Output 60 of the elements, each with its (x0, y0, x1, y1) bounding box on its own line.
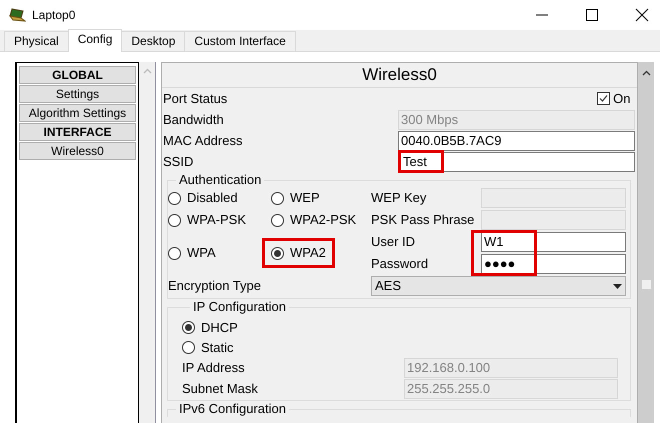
radio-button[interactable] (271, 214, 284, 226)
radio-label: DHCP (201, 318, 238, 336)
field-label: Encryption Type (168, 277, 262, 296)
radio-label: WEP (290, 189, 320, 208)
radio-label: WPA (187, 244, 216, 262)
section-header: INTERFACE (19, 123, 136, 141)
field-label: Password (371, 255, 430, 274)
field-label: MAC Address (162, 132, 244, 150)
radio-button[interactable] (271, 192, 284, 204)
highlighted-value: Test (401, 152, 441, 170)
tab[interactable]: Custom Interface (184, 31, 296, 51)
field-label: IP Address (182, 359, 246, 377)
input-field[interactable]: Test (398, 152, 635, 172)
tab[interactable]: Physical (4, 31, 69, 51)
field-label: Port Status (162, 90, 228, 108)
field-value: 192.168.0.100 (407, 360, 490, 375)
group-title: Authentication (178, 173, 262, 187)
radio-button[interactable] (182, 340, 195, 354)
checkbox-label: On (613, 90, 630, 108)
sidebar-item[interactable]: Algorithm Settings (19, 104, 136, 122)
field-value: 300 Mbps (401, 112, 458, 126)
scroll-up-icon[interactable] (642, 70, 650, 76)
radio-button[interactable] (168, 246, 181, 260)
field-label: PSK Pass Phrase (371, 211, 476, 230)
sidebar-item[interactable]: Settings (19, 85, 136, 103)
radio-button[interactable] (271, 246, 284, 260)
sidebar-item[interactable]: Wireless0 (19, 142, 136, 160)
radio-button[interactable] (168, 192, 181, 204)
group-title: IP Configuration (192, 300, 287, 314)
radio-label: WPA-PSK (187, 211, 246, 230)
radio-label: Static (201, 338, 234, 356)
close-icon[interactable] (634, 7, 650, 23)
field-value: 255.255.255.0 (407, 380, 490, 396)
laptop-icon (9, 8, 26, 22)
radio-button[interactable] (168, 214, 181, 226)
radio-label: Disabled (187, 189, 238, 208)
window-title: Laptop0 (32, 7, 76, 24)
field-value: ●●●● (484, 256, 516, 271)
section-header: GLOBAL (19, 66, 136, 84)
field-label: SSID (162, 152, 194, 171)
tab[interactable]: Config (68, 29, 122, 52)
field-value: W1 (484, 234, 504, 249)
scrollbar-thumb[interactable] (642, 280, 650, 289)
field-label: User ID (371, 233, 416, 252)
input-field[interactable]: W1 (481, 232, 626, 252)
radio-label: WPA2 (290, 244, 326, 262)
radio-label: WPA2-PSK (290, 211, 356, 230)
caret-icon (613, 284, 622, 288)
radio-button[interactable] (182, 320, 195, 334)
input-field[interactable]: ●●●● (481, 254, 626, 274)
field-label: Subnet Mask (182, 380, 259, 398)
dropdown[interactable]: AES (371, 276, 626, 296)
input-field[interactable]: 0040.0B5B.7AC9 (398, 130, 635, 150)
maximize-icon[interactable] (584, 7, 600, 23)
field-value: 0040.0B5B.7AC9 (401, 132, 502, 148)
panel-title: Wireless0 (162, 63, 637, 88)
checkbox[interactable] (596, 92, 610, 105)
group-title: IPv6 Configuration (178, 402, 287, 416)
field-label: Bandwidth (162, 110, 225, 129)
field-label: WEP Key (371, 189, 428, 208)
